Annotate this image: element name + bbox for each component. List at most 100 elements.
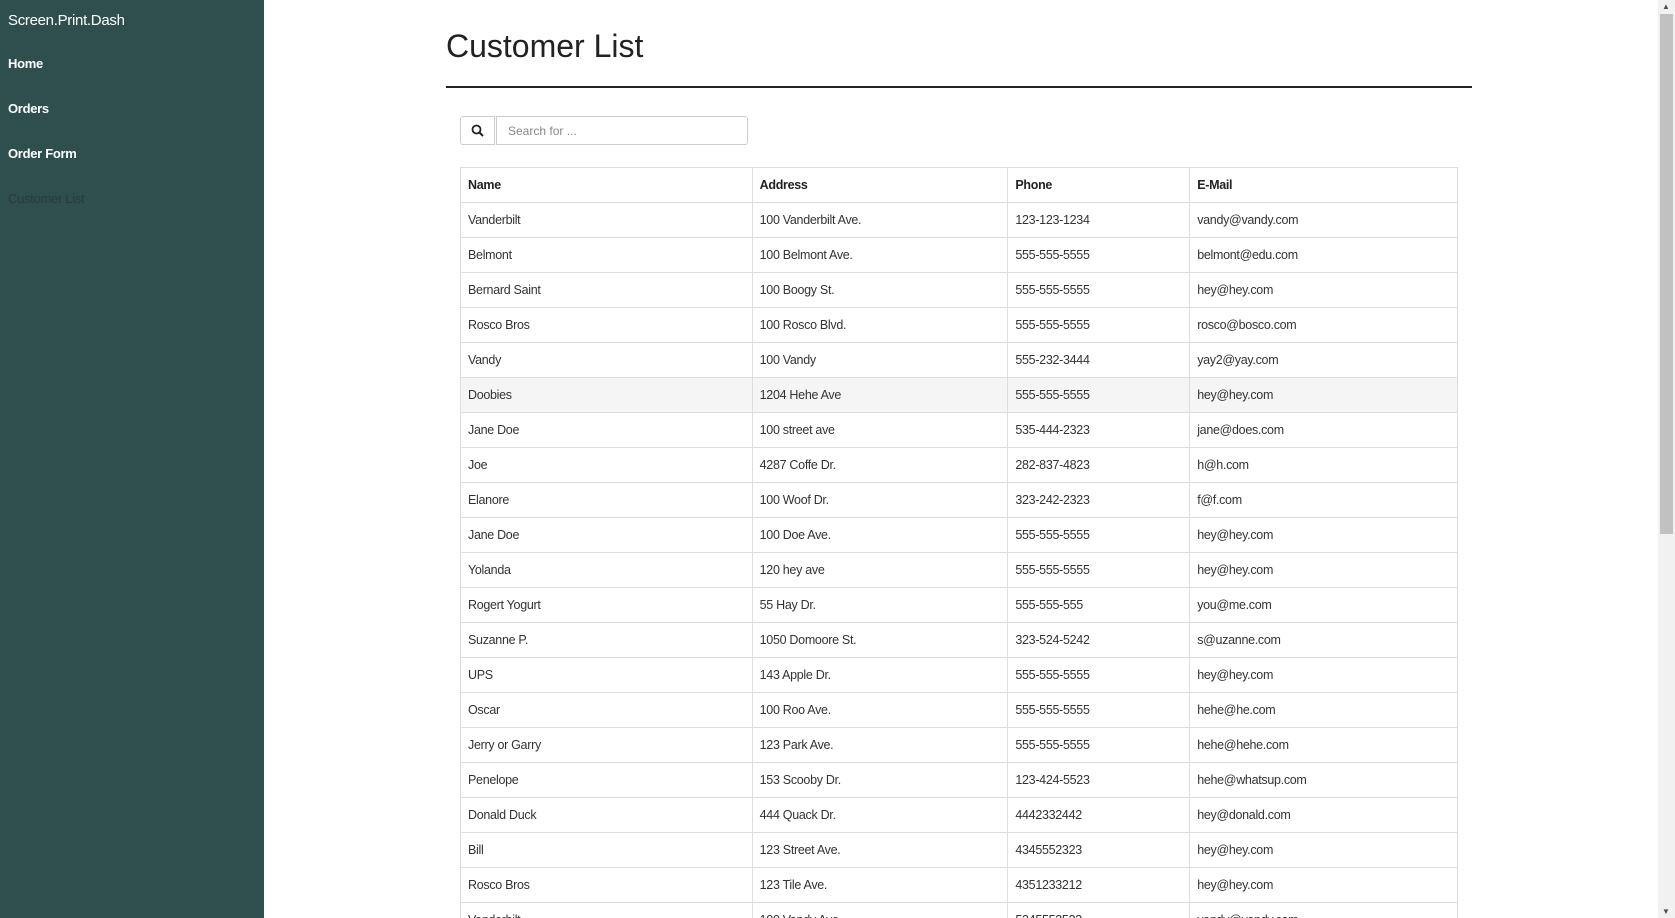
cell-phone: 555-555-5555 bbox=[1007, 552, 1191, 588]
search-input[interactable] bbox=[496, 116, 748, 145]
scrollbar[interactable]: ▲ ▼ bbox=[1658, 0, 1675, 918]
main-content: Customer List Name Address Phone E-Mail … bbox=[264, 0, 1658, 918]
customer-table: Name Address Phone E-Mail Vanderbilt 100 … bbox=[460, 167, 1458, 918]
cell-email: hehe@he.com bbox=[1189, 692, 1458, 728]
table-row[interactable]: Suzanne P. 1050 Domoore St. 323-524-5242 s@… bbox=[460, 622, 1458, 658]
cell-name: Jane Doe bbox=[460, 412, 753, 448]
header-name[interactable]: Name bbox=[460, 167, 753, 203]
header-email[interactable]: E-Mail bbox=[1189, 167, 1458, 203]
table-row[interactable]: Rosco Bros 123 Tile Ave. 4351233212 hey@hey… bbox=[460, 867, 1458, 903]
cell-phone: 5345552523 bbox=[1007, 902, 1191, 918]
cell-email: yay2@yay.com bbox=[1189, 342, 1458, 378]
cell-address: 100 Woof Dr. bbox=[751, 482, 1009, 518]
cell-phone: 4351233212 bbox=[1007, 867, 1191, 903]
cell-phone: 555-555-5555 bbox=[1007, 727, 1191, 763]
brand-title[interactable]: Screen.Print.Dash bbox=[8, 12, 125, 29]
cell-address: 143 Apple Dr. bbox=[751, 657, 1009, 693]
cell-name: Doobies bbox=[460, 377, 753, 413]
cell-email: h@h.com bbox=[1189, 447, 1458, 483]
cell-name: Elanore bbox=[460, 482, 753, 518]
table-header-row: Name Address Phone E-Mail bbox=[460, 167, 1458, 203]
nav-orders[interactable]: Orders bbox=[8, 101, 49, 116]
table-row[interactable]: Vandy 100 Vandy 555-232-3444 yay2@yay.com bbox=[460, 342, 1458, 378]
table-row[interactable]: Bernard Saint 100 Boogy St. 555-555-5555 he… bbox=[460, 272, 1458, 308]
cell-phone: 555-555-5555 bbox=[1007, 517, 1191, 553]
cell-name: Belmont bbox=[460, 237, 753, 273]
cell-phone: 555-232-3444 bbox=[1007, 342, 1191, 378]
cell-phone: 555-555-5555 bbox=[1007, 307, 1191, 343]
table-row[interactable]: Vanderbilt 100 Vanderbilt Ave. 123-123-123… bbox=[460, 202, 1458, 238]
cell-address: 1050 Domoore St. bbox=[751, 622, 1009, 658]
nav-order-form[interactable]: Order Form bbox=[8, 146, 77, 161]
cell-phone: 4442332442 bbox=[1007, 797, 1191, 833]
cell-address: 100 Vandy Ave. bbox=[751, 902, 1009, 918]
cell-name: Donald Duck bbox=[460, 797, 753, 833]
cell-email: hey@hey.com bbox=[1189, 552, 1458, 588]
cell-address: 1204 Hehe Ave bbox=[751, 377, 1009, 413]
cell-email: hey@hey.com bbox=[1189, 832, 1458, 868]
cell-name: Bill bbox=[460, 832, 753, 868]
cell-email: hey@hey.com bbox=[1189, 867, 1458, 903]
header-phone[interactable]: Phone bbox=[1007, 167, 1191, 203]
cell-name: Bernard Saint bbox=[460, 272, 753, 308]
nav-customer-list[interactable]: Customer List bbox=[8, 191, 85, 206]
cell-email: vandy@vandy.com bbox=[1189, 202, 1458, 238]
cell-name: Vanderbilt bbox=[460, 902, 753, 918]
cell-email: hey@hey.com bbox=[1189, 517, 1458, 553]
scrollbar-thumb[interactable] bbox=[1660, 14, 1673, 534]
cell-email: you@me.com bbox=[1189, 587, 1458, 623]
cell-phone: 123-424-5523 bbox=[1007, 762, 1191, 798]
table-row[interactable]: Penelope 153 Scooby Dr. 123-424-5523 hehe@w… bbox=[460, 762, 1458, 798]
cell-address: 100 Doe Ave. bbox=[751, 517, 1009, 553]
cell-phone: 323-242-2323 bbox=[1007, 482, 1191, 518]
table-row[interactable]: Donald Duck 444 Quack Dr. 4442332442 hey@do… bbox=[460, 797, 1458, 833]
cell-phone: 555-555-5555 bbox=[1007, 657, 1191, 693]
cell-phone: 323-524-5242 bbox=[1007, 622, 1191, 658]
scroll-up-arrow-icon[interactable]: ▲ bbox=[1662, 2, 1670, 11]
nav-home[interactable]: Home bbox=[8, 56, 43, 71]
cell-email: s@uzanne.com bbox=[1189, 622, 1458, 658]
cell-name: Suzanne P. bbox=[460, 622, 753, 658]
table-row[interactable]: Rosco Bros 100 Rosco Blvd. 555-555-5555 ros… bbox=[460, 307, 1458, 343]
cell-email: hey@hey.com bbox=[1189, 377, 1458, 413]
table-row[interactable]: Jane Doe 100 street ave 535-444-2323 jane@d… bbox=[460, 412, 1458, 448]
table-row[interactable]: Elanore 100 Woof Dr. 323-242-2323 f@f.com bbox=[460, 482, 1458, 518]
cell-address: 123 Street Ave. bbox=[751, 832, 1009, 868]
cell-email: f@f.com bbox=[1189, 482, 1458, 518]
table-row[interactable]: Vanderbilt100 Vandy Ave.5345552523vandy@… bbox=[460, 902, 1458, 918]
cell-phone: 555-555-5555 bbox=[1007, 272, 1191, 308]
cell-phone: 4345552323 bbox=[1007, 832, 1191, 868]
cell-address: 123 Tile Ave. bbox=[751, 867, 1009, 903]
table-row[interactable]: Joe 4287 Coffe Dr. 282-837-4823 h@h.com bbox=[460, 447, 1458, 483]
table-row[interactable]: Oscar 100 Roo Ave. 555-555-5555 hehe@he.com bbox=[460, 692, 1458, 728]
header-address[interactable]: Address bbox=[751, 167, 1009, 203]
cell-address: 55 Hay Dr. bbox=[751, 587, 1009, 623]
table-row[interactable]: Rogert Yogurt 55 Hay Dr. 555-555-555 you@me… bbox=[460, 587, 1458, 623]
cell-phone: 123-123-1234 bbox=[1007, 202, 1191, 238]
cell-name: Rosco Bros bbox=[460, 867, 753, 903]
cell-address: 100 Vandy bbox=[751, 342, 1009, 378]
cell-email: hey@hey.com bbox=[1189, 272, 1458, 308]
cell-name: UPS bbox=[460, 657, 753, 693]
cell-name: Jane Doe bbox=[460, 517, 753, 553]
cell-email: hey@donald.com bbox=[1189, 797, 1458, 833]
cell-phone: 555-555-5555 bbox=[1007, 377, 1191, 413]
table-row[interactable]: Belmont 100 Belmont Ave. 555-555-5555 belmo… bbox=[460, 237, 1458, 273]
cell-name: Rosco Bros bbox=[460, 307, 753, 343]
search-button[interactable] bbox=[460, 116, 495, 145]
cell-name: Joe bbox=[460, 447, 753, 483]
table-row[interactable]: Jerry or Garry 123 Park Ave. 555-555-5555 h… bbox=[460, 727, 1458, 763]
table-row[interactable]: Jane Doe 100 Doe Ave. 555-555-5555 hey@hey.… bbox=[460, 517, 1458, 553]
cell-name: Jerry or Garry bbox=[460, 727, 753, 763]
table-row[interactable]: Bill 123 Street Ave. 4345552323 hey@hey.com bbox=[460, 832, 1458, 868]
sidebar: Screen.Print.Dash Home Orders Order Form… bbox=[0, 0, 264, 918]
scroll-down-arrow-icon[interactable]: ▼ bbox=[1662, 907, 1670, 916]
cell-phone: 555-555-555 bbox=[1007, 587, 1191, 623]
table-row[interactable]: Yolanda 120 hey ave 555-555-5555 hey@hey.co… bbox=[460, 552, 1458, 588]
cell-address: 444 Quack Dr. bbox=[751, 797, 1009, 833]
table-row[interactable]: Doobies 1204 Hehe Ave 555-555-5555 hey@hey.… bbox=[460, 377, 1458, 413]
cell-address: 100 Vanderbilt Ave. bbox=[751, 202, 1009, 238]
cell-address: 100 Roo Ave. bbox=[751, 692, 1009, 728]
cell-address: 100 Rosco Blvd. bbox=[751, 307, 1009, 343]
table-row[interactable]: UPS 143 Apple Dr. 555-555-5555 hey@hey.com bbox=[460, 657, 1458, 693]
